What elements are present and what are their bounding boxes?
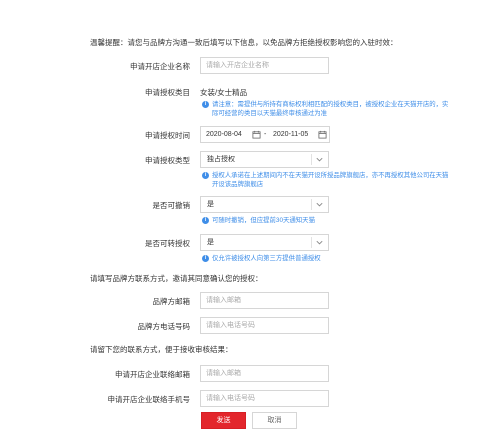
info-icon: i bbox=[202, 255, 209, 262]
calendar-icon[interactable] bbox=[252, 130, 261, 139]
auth-type-select[interactable]: 独占授权 bbox=[200, 151, 329, 168]
notice-text: 温馨提醒：请您与品牌方沟通一致后填写以下信息，以免品牌方拒绝授权影响您的入驻时效… bbox=[90, 38, 398, 47]
cancel-button[interactable]: 取消 bbox=[252, 412, 297, 429]
company-name-input[interactable] bbox=[206, 58, 323, 73]
date-separator: - bbox=[264, 131, 267, 138]
contact-email-label: 申请开店企业联络邮箱 bbox=[115, 370, 190, 379]
calendar-icon[interactable] bbox=[318, 130, 327, 139]
info-icon: i bbox=[202, 101, 209, 108]
chevron-down-icon[interactable] bbox=[315, 155, 324, 164]
info-icon: i bbox=[202, 172, 209, 179]
category-label: 申请授权类目 bbox=[145, 88, 190, 97]
company-name-field[interactable] bbox=[200, 57, 329, 74]
brand-section-title: 请填写品牌方联系方式，邀请其同意确认您的授权： bbox=[90, 274, 263, 283]
transferable-label: 是否可转授权 bbox=[145, 239, 190, 248]
company-name-label: 申请开店企业名称 bbox=[130, 62, 190, 71]
contact-section-title: 请留下您的联系方式，便于接收审核结果： bbox=[90, 345, 233, 354]
revocable-label: 是否可撤销 bbox=[152, 201, 191, 210]
contact-phone-field[interactable] bbox=[200, 390, 329, 407]
brand-email-label: 品牌方邮箱 bbox=[152, 297, 191, 306]
transferable-hint: i 仅允许被授权人向第三方提供普通授权 bbox=[202, 255, 452, 265]
contact-phone-input[interactable] bbox=[206, 391, 323, 406]
start-date[interactable]: 2020-08-04 bbox=[206, 127, 242, 142]
brand-phone-label: 品牌方电话号码 bbox=[137, 322, 191, 331]
contact-email-field[interactable] bbox=[200, 365, 329, 382]
chevron-down-icon[interactable] bbox=[315, 238, 324, 247]
auth-type-hint: i 授权人承诺在上述期间内不在天猫开设所授品牌旗舰店，亦不再授权其他公司在天猫开… bbox=[202, 172, 452, 192]
info-icon: i bbox=[202, 217, 209, 224]
auth-type-label: 申请授权类型 bbox=[145, 156, 190, 165]
revocable-select[interactable]: 是 bbox=[200, 196, 329, 213]
end-date[interactable]: 2020-11-05 bbox=[273, 127, 308, 142]
auth-period-label: 申请授权时间 bbox=[145, 131, 190, 140]
date-range-picker[interactable]: 2020-08-04 - 2020-11-05 bbox=[200, 126, 330, 143]
category-hint: i 请注意：需提供与所持有商标权利相匹配的授权类目，被授权企业在天猫开店的，实际… bbox=[202, 101, 452, 121]
revocable-hint: i 可随时撤销，但应提前30天通知天猫 bbox=[202, 217, 452, 227]
contact-email-input[interactable] bbox=[206, 366, 323, 381]
brand-email-input[interactable] bbox=[206, 293, 323, 308]
transferable-select[interactable]: 是 bbox=[200, 234, 329, 251]
transferable-value: 是 bbox=[207, 239, 214, 246]
brand-phone-input[interactable] bbox=[206, 318, 323, 333]
chevron-down-icon[interactable] bbox=[315, 200, 324, 209]
brand-phone-field[interactable] bbox=[200, 317, 329, 334]
auth-type-value: 独占授权 bbox=[207, 156, 235, 163]
revocable-value: 是 bbox=[207, 201, 214, 208]
submit-button[interactable]: 发送 bbox=[201, 412, 246, 429]
category-value: 女装/女士精品 bbox=[200, 88, 248, 97]
brand-email-field[interactable] bbox=[200, 292, 329, 309]
contact-phone-label: 申请开店企业联络手机号 bbox=[107, 395, 191, 404]
